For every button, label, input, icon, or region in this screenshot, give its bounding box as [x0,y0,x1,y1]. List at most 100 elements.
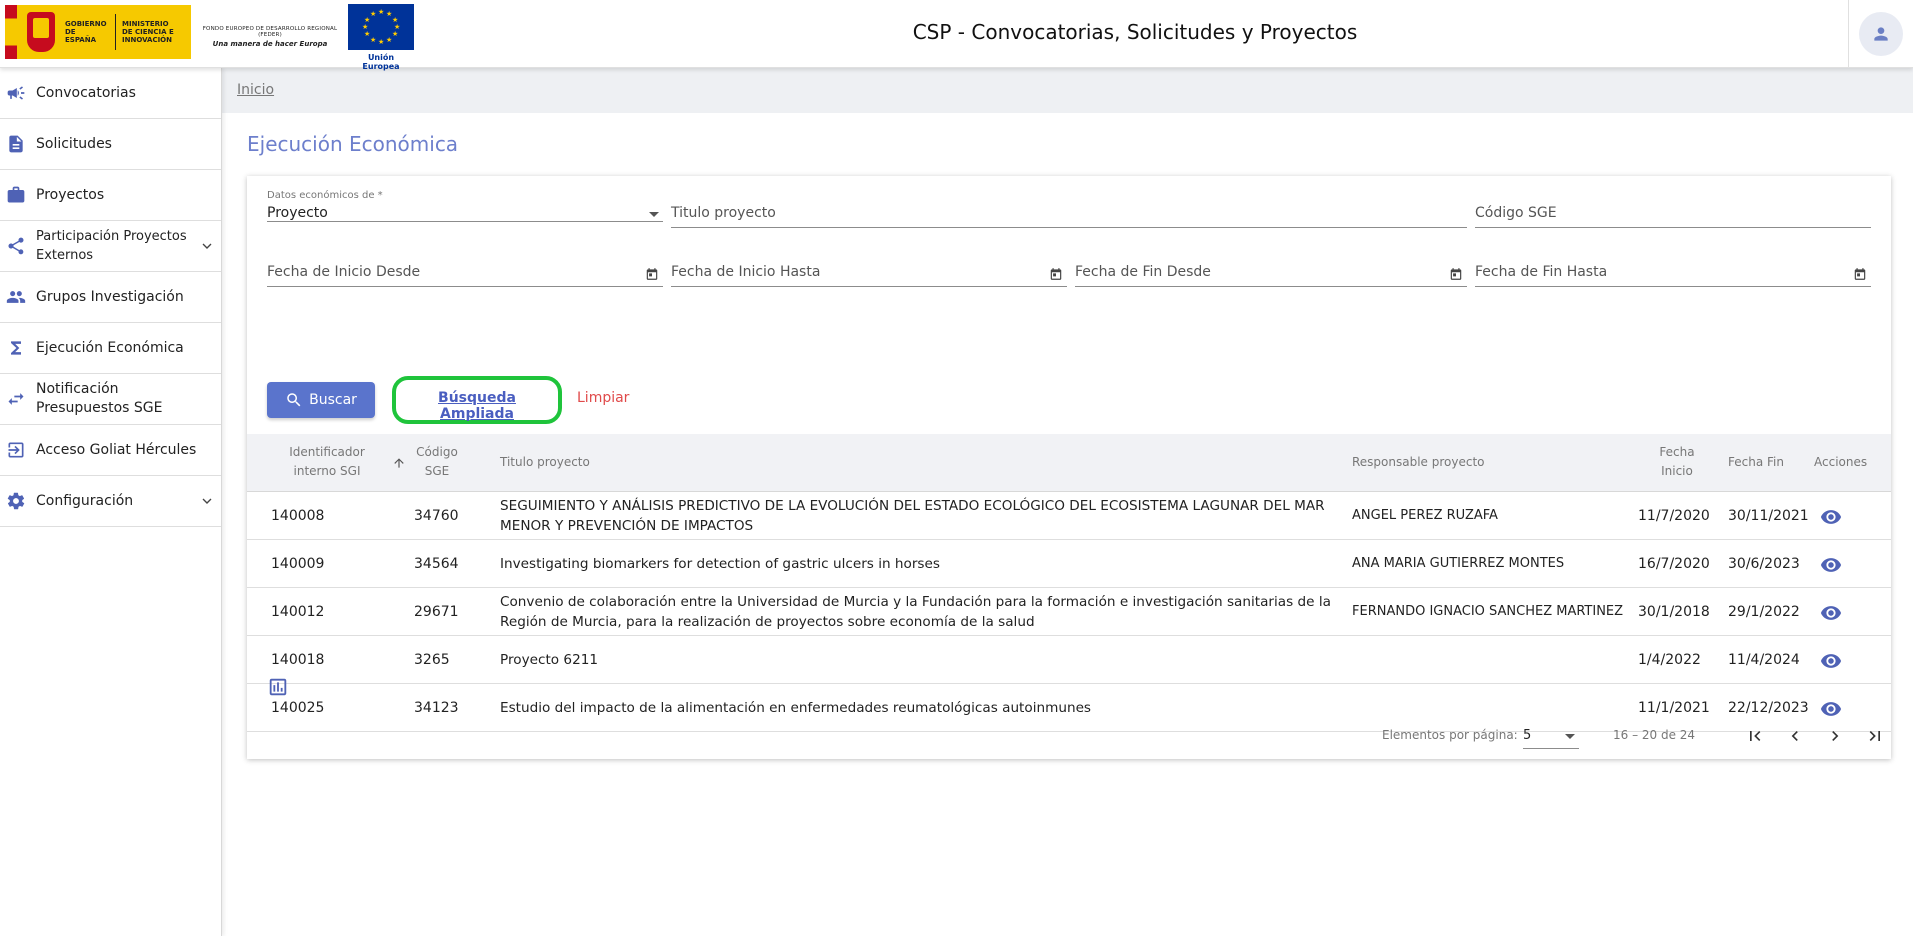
sidebar-item-proyectos[interactable]: Proyectos [0,170,221,221]
header-fecha-inicio[interactable]: Fecha Inicio [1647,443,1707,481]
sidebar-item-label: Convocatorias [36,84,136,101]
cell-titulo: Convenio de colaboración entre la Univer… [500,594,1331,630]
table-row: 140009 34564 Investigating biomarkers fo… [247,540,1891,588]
busqueda-ampliada-button[interactable]: Búsqueda Ampliada [400,390,554,422]
cell-id: 140025 [271,700,325,716]
cell-codigo: 29671 [414,604,459,620]
header-titulo-proyecto[interactable]: Titulo proyecto [500,453,590,472]
view-eye-icon[interactable] [1820,698,1842,720]
sigma-icon [6,338,26,358]
cell-id: 140012 [271,604,325,620]
cell-fecha-inicio: 30/1/2018 [1638,604,1710,620]
fecha-inicio-hasta-input[interactable]: Fecha de Inicio Hasta [671,261,1067,287]
megaphone-icon [6,83,26,103]
cell-codigo: 34564 [414,556,459,572]
sidebar-item-label: Notificación Presupuestos SGE [36,381,163,416]
view-eye-icon[interactable] [1820,650,1842,672]
fecha-fin-hasta-input[interactable]: Fecha de Fin Hasta [1475,261,1871,287]
sidebar-item-grupos[interactable]: Grupos Investigación [0,272,221,323]
page-range-label: 16 – 20 de 24 [1613,728,1696,742]
sidebar-item-convocatorias[interactable]: Convocatorias [0,68,221,119]
header-codigo-sge[interactable]: Código SGE [407,443,467,481]
limpiar-button[interactable]: Limpiar [577,390,629,406]
app-title: CSP - Convocatorias, Solicitudes y Proye… [912,20,1358,44]
breadcrumb: Inicio [222,68,1913,113]
breadcrumb-home-link[interactable]: Inicio [237,82,274,98]
sidebar-item-label: Participación Proyectos Externos [36,229,187,263]
fecha-fin-desde-input[interactable]: Fecha de Fin Desde [1075,261,1467,287]
cell-fecha-fin: 11/4/2024 [1728,652,1800,668]
bar-chart-icon[interactable] [267,676,289,698]
cell-responsable: ANGEL PEREZ RUZAFA [1352,508,1498,523]
sidebar-item-goliat[interactable]: Acceso Goliat Hércules [0,425,221,476]
sidebar-item-solicitudes[interactable]: Solicitudes [0,119,221,170]
group-icon [6,287,26,307]
cell-fecha-inicio: 1/4/2022 [1638,652,1701,668]
sidebar-item-configuracion[interactable]: Configuración [0,476,221,527]
first-page-button[interactable] [1743,724,1767,748]
page-size-label: Elementos por página: [1382,728,1518,742]
sidebar-item-label: Configuración [36,492,134,509]
search-card: Datos económicos de * Proyecto Titulo pr… [247,176,1891,759]
user-area [1848,0,1913,67]
datos-economicos-value: Proyecto [267,205,328,221]
cell-titulo: Estudio del impacto de la alimentación e… [500,700,1092,716]
last-page-button[interactable] [1863,724,1887,748]
gear-icon [6,491,26,511]
view-eye-icon[interactable] [1820,506,1842,528]
titulo-proyecto-placeholder: Titulo proyecto [671,205,776,221]
sidebar-item-ejecucion-economica[interactable]: Ejecución Económica [0,323,221,374]
view-eye-icon[interactable] [1820,602,1842,624]
cell-id: 140009 [271,556,325,572]
next-page-button[interactable] [1823,724,1847,748]
cell-codigo: 34123 [414,700,459,716]
datos-economicos-select[interactable]: Datos económicos de * Proyecto [267,190,663,222]
calendar-icon[interactable] [1853,267,1867,281]
cell-fecha-inicio: 11/7/2020 [1638,508,1710,524]
cell-codigo: 3265 [414,652,450,668]
buscar-button[interactable]: Buscar [267,382,375,418]
table-row: 140008 34760 SEGUIMIENTO Y ANÁLISIS PRED… [247,492,1891,540]
app-header: GOBIERNO DE ESPAÑA MINISTERIO DE CIENCIA… [0,0,1913,71]
calendar-icon[interactable] [1049,267,1063,281]
header-responsable[interactable]: Responsable proyecto [1352,453,1485,472]
cell-codigo: 34760 [414,508,459,524]
titulo-proyecto-input[interactable]: Titulo proyecto [671,202,1467,228]
header-acciones: Acciones [1814,455,1868,469]
chevron-down-icon [202,498,212,504]
paginator: Elementos por página: 5 16 – 20 de 24 [247,721,1891,751]
cell-fecha-fin: 30/11/2021 [1728,508,1809,524]
fecha-inicio-desde-input[interactable]: Fecha de Inicio Desde [267,261,663,287]
fecha-inicio-hasta-placeholder: Fecha de Inicio Hasta [671,264,821,280]
main-content: Inicio Ejecución Económica Datos económi… [222,68,1913,936]
person-icon [1874,26,1888,41]
cell-titulo: SEGUIMIENTO Y ANÁLISIS PREDICTIVO DE LA … [500,498,1325,534]
last-page-icon [1869,731,1880,741]
user-menu-button[interactable] [1859,11,1903,56]
cell-fecha-fin: 29/1/2022 [1728,604,1800,620]
previous-page-button[interactable] [1783,724,1807,748]
first-page-icon [1750,731,1761,741]
codigo-sge-input[interactable]: Código SGE [1475,202,1871,228]
calendar-icon[interactable] [645,267,659,281]
cell-id: 140008 [271,508,325,524]
header-fecha-fin[interactable]: Fecha Fin [1728,453,1784,472]
sidebar-item-label: Solicitudes [36,135,112,152]
eu-caption: Unión Europea [362,53,400,71]
calendar-icon[interactable] [1449,267,1463,281]
sidebar-item-participacion[interactable]: Participación Proyectos Externos [0,221,221,272]
sidebar-item-notificacion[interactable]: Notificación Presupuestos SGE [0,374,221,425]
cell-titulo: Investigating biomarkers for detection o… [500,556,940,572]
page-size-select[interactable]: 5 [1523,723,1579,749]
header-identificador[interactable]: Identificador interno SGI [277,443,377,481]
buscar-label: Buscar [309,392,357,408]
cell-id: 140018 [271,652,325,668]
sort-arrow-up-icon[interactable] [392,456,406,470]
fecha-fin-desde-placeholder: Fecha de Fin Desde [1075,264,1211,280]
fecha-fin-hasta-placeholder: Fecha de Fin Hasta [1475,264,1608,280]
view-eye-icon[interactable] [1820,554,1842,576]
briefcase-icon [6,185,26,205]
chevron-left-icon [1791,731,1798,741]
table-row: 140018 3265 Proyecto 6211 1/4/2022 11/4/… [247,636,1891,684]
sidebar-item-label: Proyectos [36,186,105,203]
